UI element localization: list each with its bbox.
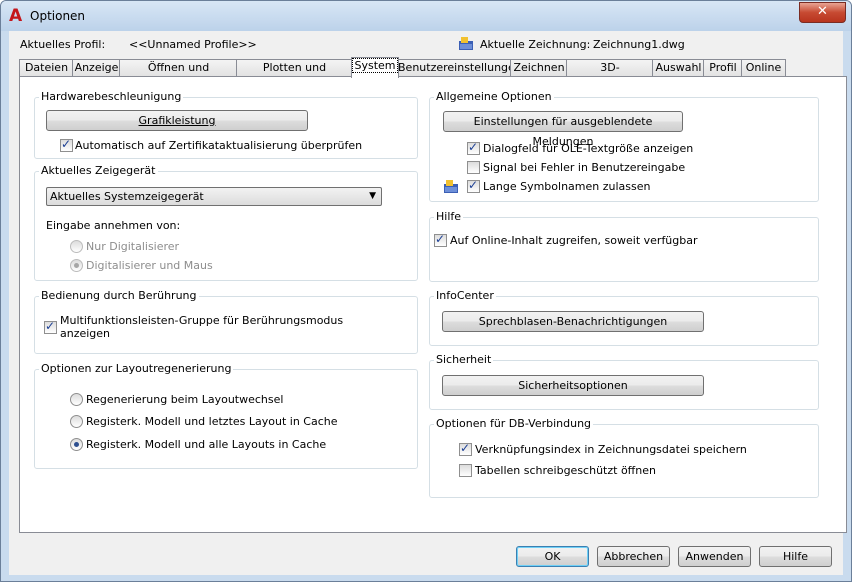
tab-dateien[interactable]: Dateien [19,59,74,77]
group-title: Hardwarebeschleunigung [39,90,184,103]
group-title: Allgemeine Optionen [434,90,554,103]
dialog-client: Aktuelles Profil: <<Unnamed Profile>> Ak… [9,31,847,575]
long-symbol-names-label: Lange Symbolnamen zulassen [483,180,651,193]
cancel-button[interactable]: Abbrechen [597,546,670,567]
tab-label: Online [745,61,782,74]
button-label: Grafikleistung [138,114,216,127]
auto-update-label: Automatisch auf Zertifikataktualisierung… [75,139,363,152]
layout-regen-group: Optionen zur Layoutregenerierung Regener… [34,362,418,469]
digitizer-mouse-label: Digitalisierer und Maus [86,259,213,272]
cache-all-layouts-label: Registerk. Modell und alle Layouts in Ca… [86,438,327,451]
digitizer-only-label: Nur Digitalisierer [86,240,180,253]
tables-readonly-checkbox[interactable] [459,464,472,477]
tab-oeffnen-speichern[interactable]: Öffnen und Speichern [119,59,238,90]
db-connection-group: Optionen für DB-Verbindung Verknüpfungsi… [429,417,819,498]
tab-label: Benutzereinstellungen [398,61,522,74]
tab-anzeige[interactable]: Anzeige [72,59,121,77]
group-title: Bedienung durch Berührung [39,289,199,302]
group-title: Optionen für DB-Verbindung [434,417,594,430]
online-content-checkbox[interactable] [434,232,447,247]
digitizer-only-radio[interactable] [70,240,83,253]
link-index-checkbox[interactable] [459,441,472,456]
dropdown-arrow-icon: ▼ [369,191,376,201]
group-title: Optionen zur Layoutregenerierung [39,362,234,375]
cache-last-layout-radio[interactable] [70,415,83,428]
system-tab-panel: Hardwarebeschleunigung Grafikleistung Au… [19,76,847,533]
touch-ribbon-label: Multifunktionsleisten-Gruppe für Berühru… [60,314,343,340]
drawing-label: Aktuelle Zeichnung: [480,38,591,51]
drawing-value: Zeichnung1.dwg [593,38,685,51]
digitizer-mouse-radio[interactable] [70,259,83,272]
tab-label: Profil [709,61,737,74]
select-value: Aktuelles Systemzeigegerät [50,190,204,203]
hardware-group: Hardwarebeschleunigung Grafikleistung Au… [34,90,418,159]
error-beep-label: Signal bei Fehler in Benutzereingabe [483,161,686,174]
tab-3d-modellierung[interactable]: 3D-Modellierung [566,59,654,90]
regen-on-switch-label: Regenerierung beim Layoutwechsel [86,393,284,406]
autocad-logo-icon: A [9,6,23,26]
infocenter-group: InfoCenter Sprechblasen-Benachrichtigung… [429,289,819,346]
tab-label: System [352,58,398,73]
tab-label: Anzeige [74,61,119,74]
touch-label-line2: anzeigen [60,327,111,340]
general-options-group: Allgemeine Optionen Einstellungen für au… [429,90,819,202]
link-index-label: Verknüpfungsindex in Zeichnungsdatei spe… [475,443,747,456]
regen-on-switch-radio[interactable] [70,393,83,406]
pointer-device-select[interactable]: Aktuelles Systemzeigegerät ▼ [46,187,382,206]
help-button[interactable]: Hilfe [759,546,832,567]
ole-text-size-checkbox[interactable] [467,140,480,155]
tab-benutzereinstellungen[interactable]: Benutzereinstellungen [397,59,522,77]
tab-profil[interactable]: Profil [703,59,743,77]
touch-ribbon-checkbox[interactable] [44,319,57,334]
ok-button[interactable]: OK [516,546,589,567]
cache-last-layout-label: Registerk. Modell und letztes Layout in … [86,415,338,428]
group-title: Hilfe [434,210,464,223]
tab-online[interactable]: Online [741,59,786,77]
close-button[interactable]: ✕ [799,2,846,23]
tab-plotten-publizieren[interactable]: Plotten und Publizieren [236,59,353,90]
group-title: InfoCenter [434,289,496,302]
security-group: Sicherheit Sicherheitsoptionen [429,353,819,410]
help-group: Hilfe Auf Online-Inhalt zugreifen, sowei… [429,210,819,282]
pointer-group: Aktuelles Zeigegerät Aktuelles Systemzei… [34,164,418,281]
button-label: Sprechblasen-Benachrichtigungen [478,315,668,328]
input-from-label: Eingabe annehmen von: [46,219,181,232]
tab-zeichnen[interactable]: Zeichnen [510,59,568,77]
profile-label: Aktuelles Profil: [20,38,106,51]
tab-label: Dateien [24,61,69,74]
group-title: Aktuelles Zeigegerät [39,164,158,177]
grafikleistung-button[interactable]: Grafikleistung [46,110,308,131]
button-label: Abbrechen [603,550,664,563]
error-beep-checkbox[interactable] [467,161,480,174]
touch-label-line1: Multifunktionsleisten-Gruppe für Berühru… [60,314,344,327]
long-symbol-names-checkbox[interactable] [467,178,480,193]
button-label: OK [544,550,561,563]
title-bar[interactable]: A Optionen ✕ [1,1,851,31]
tables-readonly-label: Tabellen schreibgeschützt öffnen [475,464,656,477]
button-label: Sicherheitsoptionen [518,379,628,392]
cache-all-layouts-radio[interactable] [70,438,83,451]
window-title: Optionen [30,9,86,23]
profile-value: <<Unnamed Profile>> [129,38,257,51]
button-label: Hilfe [782,550,809,563]
hidden-messages-button[interactable]: Einstellungen für ausgeblendete Meldunge… [443,111,683,148]
tab-system[interactable]: System [351,57,399,78]
button-label: Anwenden [685,550,744,563]
apply-button[interactable]: Anwenden [678,546,751,567]
ole-text-size-label: Dialogfeld für OLE-Textgröße anzeigen [483,142,694,155]
touch-group: Bedienung durch Berührung Multifunktions… [34,289,418,354]
drawing-icon [459,37,473,50]
drawing-setting-icon [444,180,458,193]
auto-update-checkbox[interactable] [60,137,73,152]
online-content-label: Auf Online-Inhalt zugreifen, soweit verf… [450,234,698,247]
security-options-button[interactable]: Sicherheitsoptionen [442,375,704,396]
tab-label: Auswahl [655,61,702,74]
group-title: Sicherheit [434,353,494,366]
tab-label: Zeichnen [513,61,565,74]
tab-auswahl[interactable]: Auswahl [652,59,705,77]
options-dialog: A Optionen ✕ Aktuelles Profil: <<Unnamed… [0,0,852,582]
balloon-notifications-button[interactable]: Sprechblasen-Benachrichtigungen [442,311,704,332]
